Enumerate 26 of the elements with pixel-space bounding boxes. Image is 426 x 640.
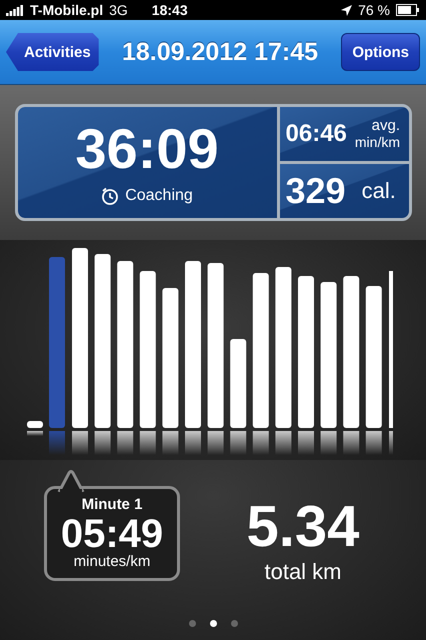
back-button[interactable]: Activities (6, 33, 99, 71)
options-button[interactable]: Options (341, 33, 420, 71)
nav-title: 18.09.2012 17:45 (121, 38, 320, 66)
page-dot[interactable] (188, 620, 196, 626)
page-dot[interactable] (230, 620, 238, 626)
page-dot[interactable] (210, 620, 216, 626)
battery-icon (396, 4, 420, 16)
stopwatch-icon (101, 186, 120, 204)
distance-unit: total km (264, 560, 342, 584)
battery-percent: 76 % (358, 2, 390, 18)
calories-value: 329 (286, 173, 346, 209)
coaching-label: Coaching (125, 186, 193, 204)
network-type: 3G (109, 2, 128, 18)
split-pace: 05:49 (60, 514, 164, 554)
split-unit: minutes/km (74, 554, 150, 570)
distance-value: 5.34 (246, 498, 360, 556)
split-label: Minute 1 (82, 497, 142, 514)
carrier-name: T-Mobile.pl (30, 2, 104, 18)
pace-unit-avg: avg. (372, 118, 400, 135)
duration-value: 36:09 (75, 120, 219, 176)
calories-unit: cal. (362, 178, 396, 204)
pace-unit: min/km (354, 134, 400, 150)
clock: 18:43 (152, 2, 188, 18)
pace-value: 06:46 (286, 122, 347, 146)
location-arrow-icon (341, 4, 352, 16)
signal-icon (6, 4, 24, 16)
